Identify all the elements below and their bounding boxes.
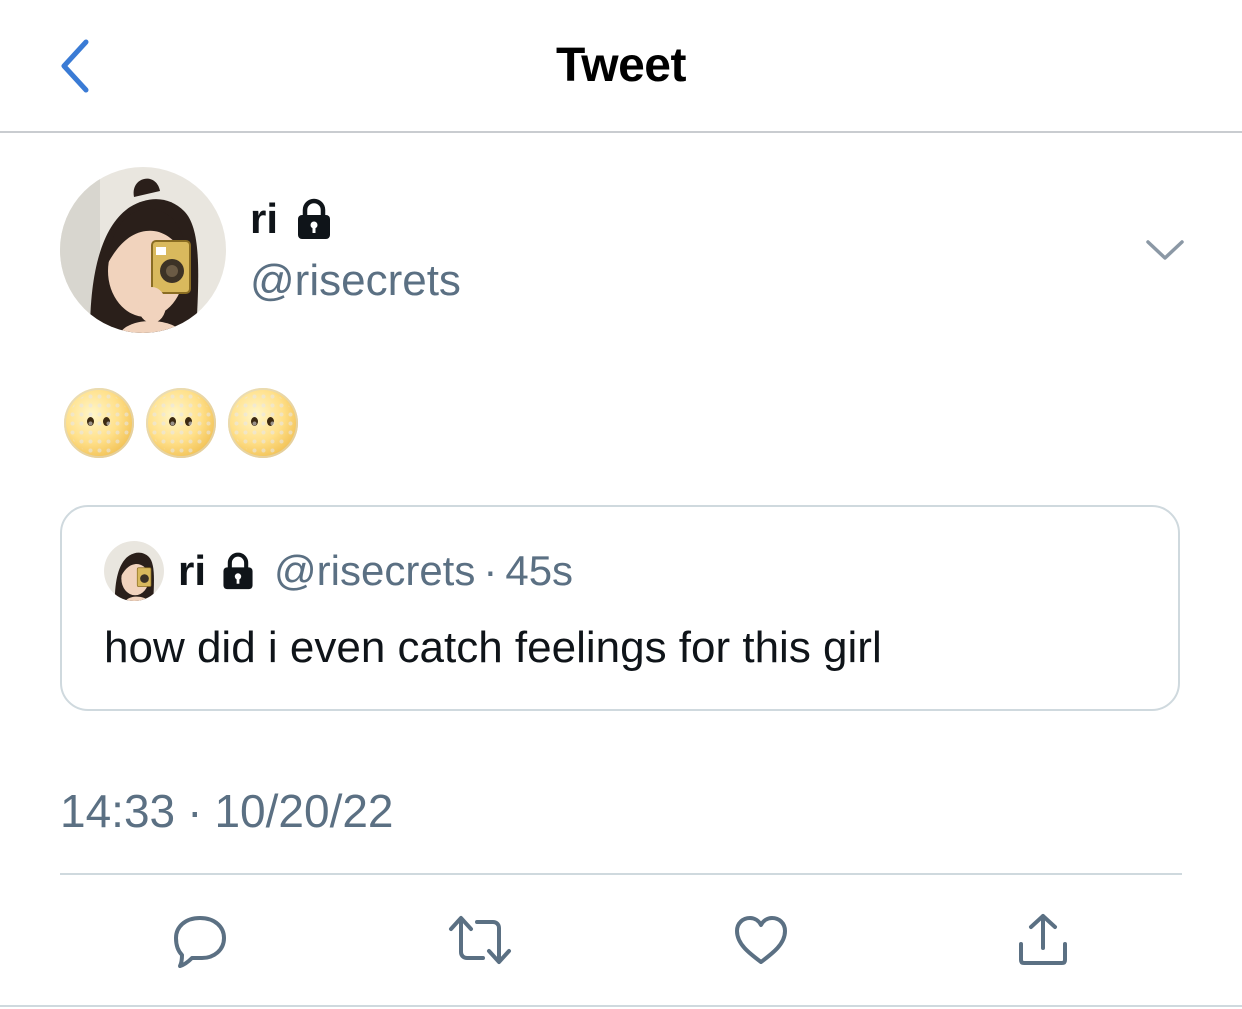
- quoted-tweet-header: ri @risecrets · 45s: [178, 547, 573, 595]
- chevron-down-icon: [1146, 240, 1184, 260]
- quoted-author-avatar: [104, 541, 164, 601]
- face-without-mouth-emoji: [228, 388, 298, 458]
- like-icon: [735, 916, 787, 964]
- author-handle[interactable]: @risecrets: [250, 256, 461, 306]
- quoted-tweet-text: how did i even catch feelings for this g…: [104, 623, 882, 672]
- bottom-divider: [0, 1005, 1242, 1007]
- avatar-image: [104, 541, 164, 601]
- like-button[interactable]: [726, 905, 796, 975]
- header-divider: [0, 131, 1242, 133]
- face-without-mouth-emoji: [146, 388, 216, 458]
- author-name[interactable]: ri: [250, 195, 278, 243]
- tweet-time: 14:33: [60, 785, 176, 837]
- lock-icon: [292, 197, 336, 241]
- quoted-tweet-time: 45s: [505, 547, 574, 594]
- face-without-mouth-emoji: [64, 388, 134, 458]
- author-avatar[interactable]: [60, 167, 226, 333]
- divider: [60, 873, 1182, 875]
- tweet-timestamp: 14:33 · 10/20/22: [60, 784, 394, 838]
- quoted-author-name: ri: [178, 547, 207, 594]
- reply-button[interactable]: [165, 905, 235, 975]
- share-icon: [1019, 914, 1067, 965]
- share-button[interactable]: [1008, 905, 1078, 975]
- separator-dot: ·: [187, 785, 203, 837]
- retweet-icon: [449, 916, 511, 964]
- separator-dot: ·: [483, 547, 498, 594]
- tweet-date: 10/20/22: [214, 785, 394, 837]
- quoted-author-handle: @risecrets: [274, 547, 476, 594]
- lock-icon: [218, 551, 258, 591]
- top-bar: Tweet: [0, 0, 1242, 131]
- avatar-image: [60, 167, 226, 333]
- author-name-row: ri: [250, 195, 336, 243]
- page-title: Tweet: [556, 39, 686, 92]
- retweet-button[interactable]: [445, 905, 515, 975]
- more-options-button[interactable]: [1140, 225, 1190, 275]
- reply-icon: [174, 916, 226, 968]
- quoted-tweet-card[interactable]: ri @risecrets · 45s how did i even catch…: [60, 505, 1180, 711]
- tweet-emoji-row: [64, 388, 298, 458]
